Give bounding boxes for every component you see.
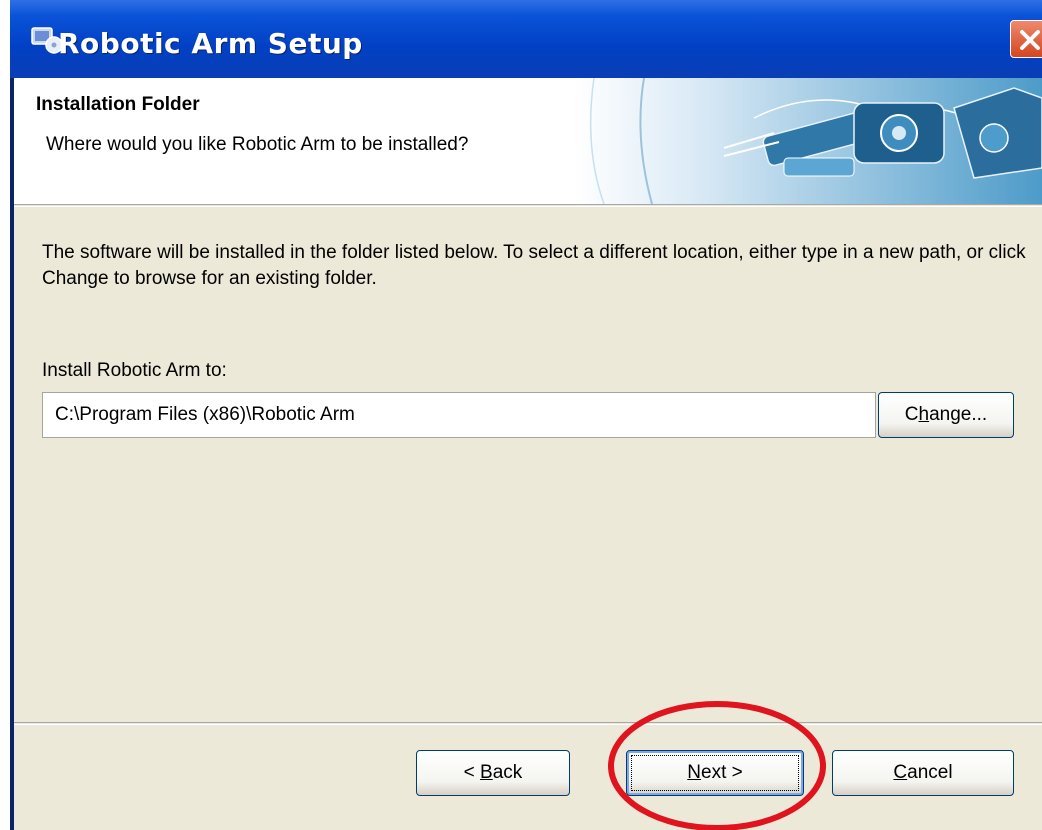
close-button[interactable] [1010, 20, 1042, 58]
back-button[interactable]: < Back [416, 750, 570, 796]
back-label-2: B [480, 762, 493, 783]
close-icon [1020, 30, 1040, 50]
window-title: Robotic Arm Setup [58, 27, 363, 60]
change-label-3: ange... [929, 404, 988, 425]
install-path-input[interactable] [42, 392, 876, 438]
change-button[interactable]: Change... [878, 392, 1014, 438]
back-label-1: < [463, 762, 481, 783]
footer-divider [14, 722, 1042, 725]
back-label-3: ack [492, 762, 523, 783]
change-label-1: C [904, 404, 919, 425]
next-button-highlight-circle [608, 701, 826, 830]
title-bar[interactable]: Robotic Arm Setup [10, 0, 1042, 78]
change-label-2: h [918, 404, 930, 425]
wizard-header: Installation Folder Where would you like… [14, 78, 1042, 204]
header-divider [14, 204, 1042, 207]
cancel-label-2: ancel [907, 762, 953, 783]
page-heading: Installation Folder [36, 94, 200, 115]
cancel-label-1: C [893, 762, 908, 783]
cancel-button[interactable]: Cancel [832, 750, 1014, 796]
setup-window: Robotic Arm Setup Installation Folder Wh… [10, 0, 1042, 830]
page-subheading: Where would you like Robotic Arm to be i… [46, 134, 469, 155]
install-description: The software will be installed in the fo… [42, 242, 1026, 289]
robotic-arm-banner-image [574, 78, 1042, 204]
install-path-label: Install Robotic Arm to: [42, 360, 227, 381]
